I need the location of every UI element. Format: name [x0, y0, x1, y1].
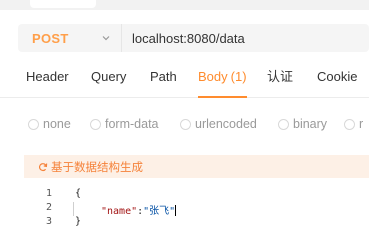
url-bar: POST [18, 24, 369, 52]
active-request-tab[interactable] [30, 0, 96, 8]
code-text: "name":"张飞" [101, 202, 177, 217]
code-line: 2 "name":"张飞" [0, 202, 369, 217]
radio-form-data[interactable]: form-data [90, 117, 159, 131]
text-caret [175, 205, 177, 216]
radio-circle [278, 118, 289, 130]
tab-path[interactable]: Path [150, 64, 177, 98]
request-tabs: Header Query Path Body (1) 认证 Cookie [0, 64, 369, 98]
line-number: 3 [45, 216, 52, 227]
line-number: 1 [45, 188, 52, 199]
tab-auth[interactable]: 认证 [267, 64, 293, 98]
tab-cookie[interactable]: Cookie [317, 64, 357, 98]
radio-binary[interactable]: binary [278, 117, 327, 131]
generate-label: 基于数据结构生成 [51, 161, 143, 174]
radio-circle [90, 118, 101, 130]
radio-none[interactable]: none [28, 117, 71, 131]
radio-circle [180, 118, 191, 130]
radio-circle [28, 118, 39, 130]
method-select[interactable]: POST [18, 24, 122, 52]
code-text: { [75, 188, 82, 199]
code-line: 3 } [0, 216, 369, 230]
radio-raw[interactable]: r [344, 117, 363, 131]
tab-query[interactable]: Query [91, 64, 126, 98]
code-line: 1 { [0, 188, 369, 202]
tab-body[interactable]: Body (1) [198, 64, 247, 98]
body-count-badge: (1) [230, 69, 247, 84]
method-label: POST [32, 30, 69, 46]
refresh-icon [38, 162, 48, 172]
active-tab-underline [198, 96, 247, 98]
radio-urlencoded[interactable]: urlencoded [180, 117, 257, 131]
generate-from-schema-bar: 基于数据结构生成 [24, 155, 369, 178]
url-input[interactable] [122, 24, 369, 52]
indent-guide [73, 202, 74, 216]
generate-from-schema-button[interactable]: 基于数据结构生成 [38, 159, 143, 175]
body-type-radio-group: none form-data urlencoded binary r [0, 114, 369, 134]
chevron-down-icon [101, 33, 111, 43]
body-json-editor[interactable]: 1 { 2 "name":"张飞" 3 } [0, 185, 369, 243]
tab-header[interactable]: Header [26, 64, 69, 98]
request-tab-strip [0, 0, 369, 10]
radio-circle [344, 118, 355, 130]
code-text: } [75, 216, 82, 227]
line-number: 2 [45, 202, 52, 213]
